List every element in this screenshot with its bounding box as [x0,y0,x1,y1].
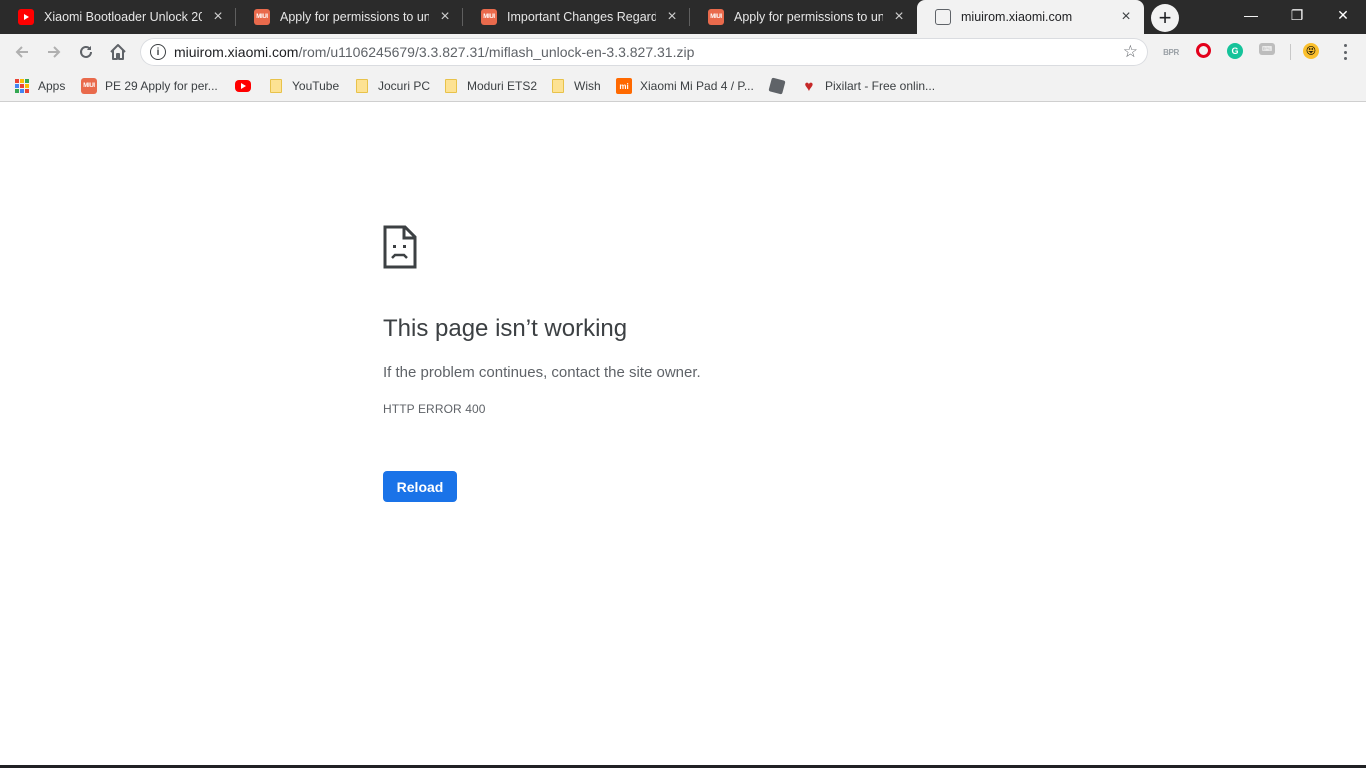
bookmark-pe29-apply[interactable]: MIUI PE 29 Apply for per... [81,76,218,96]
url-path: /rom/u1106245679/3.3.827.31/miflash_unlo… [298,44,695,60]
window-close-button[interactable]: ✕ [1320,0,1366,30]
bookmark-label: Jocuri PC [378,79,431,93]
keyboard-extension-icon[interactable]: ⌨ [1259,43,1275,55]
error-page: This page isn’t working If the problem c… [0,103,1366,768]
new-tab-button[interactable]: + [1151,4,1179,32]
folder-icon [268,78,284,94]
tab-title: Xiaomi Bootloader Unlock 2018 [44,10,202,24]
tab-title: Apply for permissions to unlock [280,10,429,24]
grammarly-extension-icon[interactable]: G [1227,43,1243,59]
arrow-left-icon [15,46,28,58]
home-icon [110,44,126,60]
sad-file-icon [383,225,417,269]
browser-toolbar: i miuirom.xiaomi.com/rom/u1106245679/3.3… [0,34,1366,70]
close-icon[interactable]: × [210,9,226,25]
bookmark-label: Wish [574,79,601,93]
close-icon[interactable]: × [437,9,453,25]
error-code: HTTP ERROR 400 [383,402,486,416]
site-info-icon[interactable]: i [150,44,166,60]
back-button[interactable] [8,38,36,66]
reload-button[interactable]: Reload [383,471,457,502]
youtube-icon [18,9,34,25]
miui-icon: MIUI [81,78,97,94]
cube-icon [768,77,786,95]
bookmark-star-icon[interactable]: ☆ [1123,42,1138,62]
tab-miuirom-active[interactable]: miuirom.xiaomi.com × [917,0,1144,34]
globe-icon [935,9,951,25]
error-message: If the problem continues, contact the si… [383,364,701,381]
apps-grid-icon [14,78,30,94]
miui-icon: MIUI [254,9,270,25]
bookmark-label: YouTube [292,79,340,93]
miui-icon: MIUI [708,9,724,25]
close-icon[interactable]: × [891,9,907,25]
folder-icon [354,78,370,94]
reload-toolbar-button[interactable] [72,38,100,66]
minimize-button[interactable]: — [1228,0,1274,30]
emoji-extension-icon[interactable]: 😝 [1303,43,1319,59]
bookmark-folder-moduri-ets2[interactable]: Moduri ETS2 [443,76,537,96]
bookmark-label: Pixilart - Free onlin... [825,79,936,93]
tab-title: Important Changes Regarding [507,10,656,24]
bookmark-youtube-video[interactable] [235,76,259,96]
bookmark-folder-jocuri-pc[interactable]: Jocuri PC [354,76,430,96]
miui-icon: MIUI [481,9,497,25]
bpr-extension-icon[interactable]: BPR [1162,43,1180,61]
refresh-icon [80,45,92,58]
arrow-right-icon [48,46,61,58]
bookmark-label: Moduri ETS2 [467,79,538,93]
tab-strip: Xiaomi Bootloader Unlock 2018 × MIUI App… [0,0,1366,34]
bookmark-cube-site[interactable] [768,76,793,96]
forward-button[interactable] [40,38,68,66]
bookmark-label: Xiaomi Mi Pad 4 / P... [640,79,754,93]
toolbar-divider [1290,44,1291,60]
restore-button[interactable]: ❐ [1274,0,1320,30]
mi-logo-icon: mi [616,78,632,94]
folder-icon [443,78,459,94]
tab-xiaomi-bootloader[interactable]: Xiaomi Bootloader Unlock 2018 × [0,0,236,34]
close-icon[interactable]: × [664,9,680,25]
tab-apply-permissions-2[interactable]: MIUI Apply for permissions to unlock × [690,0,917,34]
bookmark-pixilart[interactable]: ♥ Pixilart - Free onlin... [801,76,936,96]
tab-title: miuirom.xiaomi.com [961,10,1073,24]
bookmark-apps[interactable]: Apps [14,76,65,96]
home-button[interactable] [104,38,132,66]
bookmark-label: Apps [38,79,66,93]
url-host: miuirom.xiaomi.com [174,44,299,60]
bookmark-folder-wish[interactable]: Wish [550,76,601,96]
bookmark-folder-youtube[interactable]: YouTube [268,76,339,96]
bookmark-label: PE 29 Apply for per... [105,79,218,93]
youtube-icon [235,78,251,94]
bookmark-xiaomi-mi-pad[interactable]: mi Xiaomi Mi Pad 4 / P... [616,76,754,96]
tab-title: Apply for permissions to unlock [734,10,883,24]
close-icon[interactable]: × [1118,9,1134,25]
tab-important-changes[interactable]: MIUI Important Changes Regarding × [463,0,690,34]
adblock-extension-icon[interactable] [1196,43,1211,58]
error-title: This page isn’t working [383,315,628,342]
more-menu-icon[interactable] [1336,42,1354,62]
pixel-heart-icon: ♥ [804,77,814,95]
address-bar[interactable]: i miuirom.xiaomi.com/rom/u1106245679/3.3… [140,38,1148,66]
tab-apply-permissions-1[interactable]: MIUI Apply for permissions to unlock × [236,0,463,34]
folder-icon [550,78,566,94]
bookmarks-bar: Apps MIUI PE 29 Apply for per... YouTube… [0,70,1366,102]
